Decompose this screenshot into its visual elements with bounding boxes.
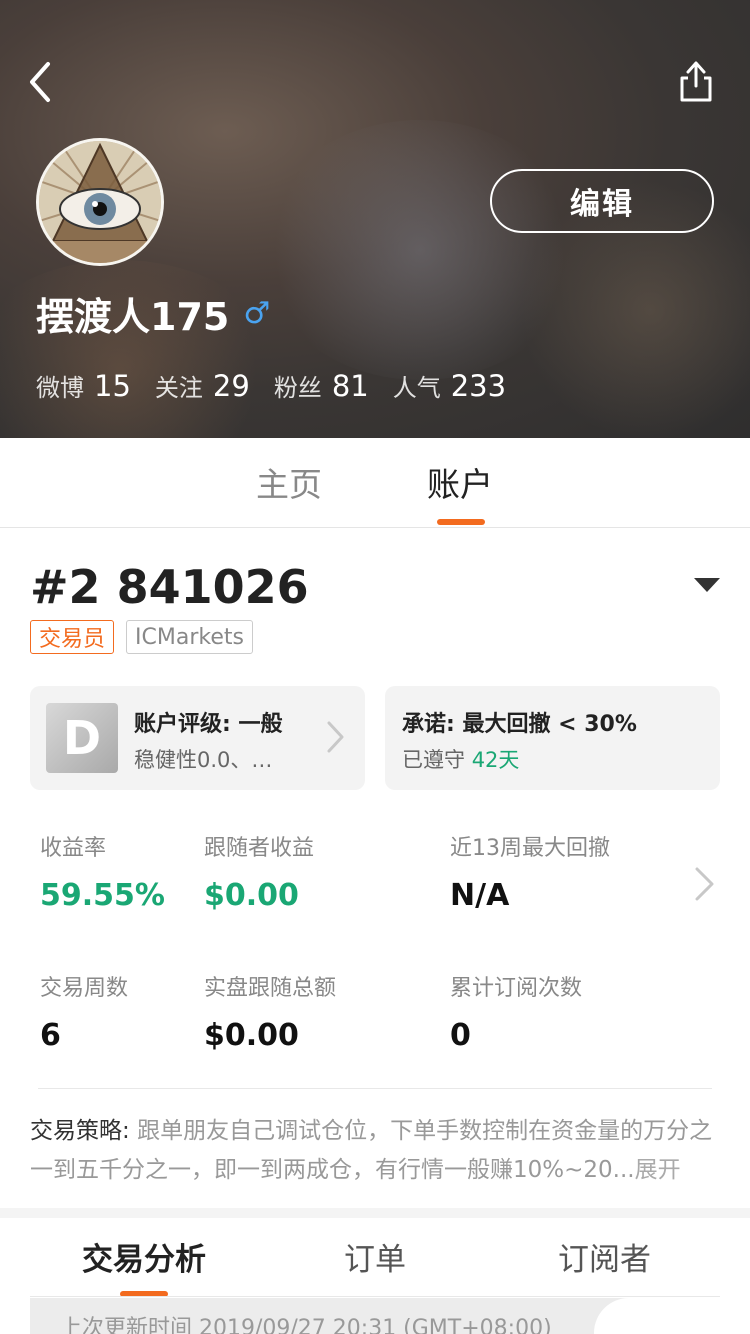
- stat-label-popularity: 人气: [392, 374, 441, 402]
- stat-value-following[interactable]: 29: [213, 369, 250, 403]
- metric-label-follower-profit: 跟随者收益: [204, 836, 315, 861]
- account-rating-card[interactable]: D 账户评级: 一般 稳健性0.0、…: [30, 686, 365, 790]
- profile-header: 编辑 摆渡人175 ♂ 微博 15 关注 29 粉丝 81 人气 233: [0, 0, 750, 438]
- male-gender-icon: ♂: [243, 296, 271, 331]
- stat-label-fans[interactable]: 粉丝: [274, 368, 322, 403]
- metric-label-return: 收益率: [40, 836, 107, 861]
- metric-label-trading-weeks: 交易周数: [40, 976, 129, 1001]
- tab-account[interactable]: 账户: [427, 458, 493, 506]
- chevron-right-icon: [327, 721, 344, 753]
- trading-strategy: 交易策略: 跟单朋友自己调试仓位，下单手数控制在资金量的万分之一到五千分之一，即…: [30, 1112, 720, 1190]
- stat-label-following[interactable]: 关注: [155, 368, 203, 403]
- stat-value-weibo[interactable]: 15: [94, 369, 131, 403]
- metric-value-return: 59.55%: [40, 878, 165, 913]
- username: 摆渡人175 ♂: [36, 286, 270, 341]
- broker-tag: ICMarkets: [126, 620, 253, 654]
- divider: [38, 1088, 712, 1089]
- grade-badge: D: [46, 703, 118, 773]
- promise-card[interactable]: 承诺: 最大回撤 < 30% 已遵守 42天: [385, 686, 720, 790]
- trader-tag: 交易员: [30, 620, 115, 654]
- share-icon[interactable]: [674, 58, 718, 106]
- promise-status-days: 42天: [471, 748, 520, 772]
- floating-pill-button[interactable]: [594, 1298, 734, 1334]
- section-separator: [0, 1208, 750, 1218]
- username-text: 摆渡人175: [36, 295, 230, 339]
- edit-button[interactable]: 编辑: [490, 169, 714, 233]
- dropdown-triangle-icon[interactable]: [694, 578, 720, 592]
- avatar[interactable]: [36, 138, 164, 266]
- metric-value-follower-profit: $0.00: [204, 878, 299, 913]
- metric-value-total-follow: $0.00: [204, 1018, 299, 1053]
- metric-value-trading-weeks: 6: [40, 1018, 61, 1053]
- stat-value-popularity: 233: [450, 369, 507, 403]
- promise-status: 已遵守 42天: [402, 744, 519, 774]
- expand-link[interactable]: 展开: [635, 1157, 681, 1183]
- tab-orders[interactable]: 订单: [344, 1234, 406, 1279]
- back-arrow-icon[interactable]: [22, 58, 62, 106]
- promise-title: 承诺: 最大回撤 < 30%: [402, 712, 637, 737]
- tab-subscribers[interactable]: 订阅者: [558, 1234, 651, 1279]
- tab-home[interactable]: 主页: [256, 458, 322, 506]
- last-update-time: 上次更新时间 2019/09/27 20:31 (GMT+08:00): [60, 1316, 552, 1334]
- tab-trade-analysis[interactable]: 交易分析: [82, 1234, 206, 1279]
- strategy-label: 交易策略:: [30, 1118, 138, 1144]
- account-title: #2 841026: [30, 560, 309, 614]
- subtab-divider: [30, 1296, 720, 1297]
- metric-value-subscriptions: 0: [450, 1018, 471, 1053]
- profile-tabs: 主页 账户: [0, 438, 750, 528]
- rating-subtitle: 稳健性0.0、…: [134, 748, 273, 772]
- metric-label-total-follow: 实盘跟随总额: [204, 976, 337, 1001]
- stat-label-weibo[interactable]: 微博: [36, 368, 84, 403]
- eye-pyramid-icon: [39, 141, 161, 263]
- active-tab-indicator: [437, 519, 485, 525]
- profile-stats: 微博 15 关注 29 粉丝 81 人气 233: [36, 368, 530, 403]
- stat-value-fans[interactable]: 81: [332, 369, 369, 403]
- metric-label-max-drawdown: 近13周最大回撤: [450, 836, 610, 861]
- metric-label-subscriptions: 累计订阅次数: [450, 976, 583, 1001]
- promise-status-prefix: 已遵守: [402, 748, 472, 772]
- metrics-chevron-right-icon[interactable]: [694, 866, 716, 902]
- metric-value-max-drawdown: N/A: [450, 878, 510, 913]
- rating-title: 账户评级: 一般: [134, 712, 283, 737]
